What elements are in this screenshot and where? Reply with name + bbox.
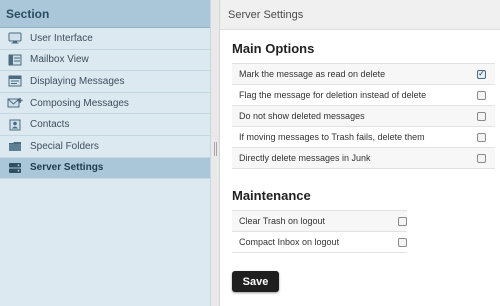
- sidebar-item-label: Server Settings: [30, 162, 104, 174]
- delete-in-junk-checkbox[interactable]: [477, 153, 486, 163]
- option-row-compact-inbox: Compact Inbox on logout: [232, 232, 407, 253]
- sidebar-item-label: Composing Messages: [30, 97, 129, 109]
- option-label: Flag the message for deletion instead of…: [239, 90, 427, 100]
- option-row-clear-trash: Clear Trash on logout: [232, 211, 407, 232]
- option-row-flag-for-deletion: Flag the message for deletion instead of…: [232, 85, 495, 106]
- sidebar-item-label: Displaying Messages: [30, 75, 125, 87]
- sidebar-item-server-settings[interactable]: Server Settings: [0, 157, 210, 180]
- option-row-hide-deleted: Do not show deleted messages: [232, 106, 495, 127]
- main-options-table: Mark the message as read on delete ✓ Fla…: [232, 63, 495, 169]
- compose-icon: [0, 93, 30, 114]
- option-label: Mark the message as read on delete: [239, 69, 386, 79]
- sidebar: Section User Interface Mailbox View Disp…: [0, 0, 211, 306]
- maintenance-table: Clear Trash on logout Compact Inbox on l…: [232, 210, 407, 253]
- sidebar-item-label: Mailbox View: [30, 54, 89, 66]
- option-label: Compact Inbox on logout: [239, 237, 340, 247]
- delete-if-trash-fails-checkbox[interactable]: [477, 132, 486, 142]
- pane-splitter[interactable]: [211, 0, 220, 306]
- mailbox-icon: [0, 49, 30, 70]
- settings-content: Server Settings Main Options Mark the me…: [220, 0, 500, 306]
- sidebar-item-label: User Interface: [30, 32, 93, 44]
- flag-for-deletion-checkbox[interactable]: [477, 90, 486, 100]
- option-label: Do not show deleted messages: [239, 111, 365, 121]
- sidebar-list: User Interface Mailbox View Displaying M…: [0, 28, 210, 180]
- option-row-delete-if-trash-fails: If moving messages to Trash fails, delet…: [232, 127, 495, 148]
- option-row-mark-read-on-delete: Mark the message as read on delete ✓: [232, 64, 495, 85]
- sidebar-item-displaying-messages[interactable]: Displaying Messages: [0, 71, 210, 93]
- sidebar-item-composing-messages[interactable]: Composing Messages: [0, 93, 210, 115]
- sidebar-item-mailbox-view[interactable]: Mailbox View: [0, 50, 210, 72]
- content-header-title: Server Settings: [220, 0, 500, 30]
- contacts-icon: [0, 114, 30, 135]
- mark-read-on-delete-checkbox[interactable]: ✓: [477, 69, 486, 79]
- splitter-grip-icon: [214, 142, 217, 156]
- sidebar-item-label: Contacts: [30, 119, 70, 131]
- option-label: Clear Trash on logout: [239, 216, 326, 226]
- hide-deleted-checkbox[interactable]: [477, 111, 486, 121]
- compact-inbox-checkbox[interactable]: [398, 237, 407, 247]
- monitor-icon: [0, 28, 30, 49]
- server-icon: [0, 157, 30, 178]
- maintenance-title: Maintenance: [232, 188, 311, 203]
- clear-trash-checkbox[interactable]: [398, 216, 407, 226]
- sidebar-item-contacts[interactable]: Contacts: [0, 114, 210, 136]
- save-button[interactable]: Save: [232, 271, 279, 292]
- option-label: If moving messages to Trash fails, delet…: [239, 132, 425, 142]
- option-row-delete-in-junk: Directly delete messages in Junk: [232, 148, 495, 169]
- folder-icon: [0, 136, 30, 157]
- display-icon: [0, 71, 30, 92]
- sidebar-item-label: Special Folders: [30, 140, 99, 152]
- sidebar-item-special-folders[interactable]: Special Folders: [0, 136, 210, 158]
- sidebar-item-user-interface[interactable]: User Interface: [0, 28, 210, 50]
- main-options-title: Main Options: [232, 41, 315, 56]
- option-label: Directly delete messages in Junk: [239, 153, 371, 163]
- sidebar-header: Section: [0, 0, 210, 28]
